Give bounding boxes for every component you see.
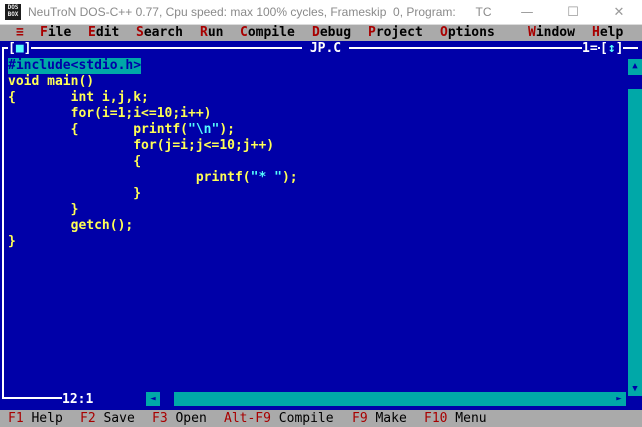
status-open[interactable]: F3 Open [152, 410, 207, 427]
menu-run[interactable]: Run [200, 25, 223, 41]
code-line[interactable]: } [8, 202, 79, 218]
editor-file-name: JP.C [302, 41, 349, 57]
code-line[interactable]: #include<stdio.h> [8, 58, 142, 74]
cursor-position: 12:1 [62, 392, 94, 408]
menu-file[interactable]: File [40, 25, 71, 41]
editor-zoom-box[interactable]: [↕] [600, 41, 624, 57]
code-line[interactable]: { printf("\n"); [8, 122, 235, 138]
scroll-right-arrow-icon[interactable]: ► [612, 392, 626, 406]
maximize-button[interactable]: ☐ [550, 0, 596, 25]
editor-close-box[interactable]: [■] [8, 41, 32, 57]
window-title-bar[interactable]: DOS BOX NeuTroN DOS-C++ 0.77, Cpu speed: … [0, 0, 642, 25]
horizontal-scrollbar[interactable]: ◄ ► [146, 392, 626, 406]
code-line[interactable]: getch(); [8, 218, 134, 234]
code-line[interactable]: for(i=1;i<=10;i++) [8, 106, 212, 122]
editor-frame-left [2, 47, 4, 399]
editor-frame-bottom [2, 397, 62, 399]
code-line[interactable]: } [8, 234, 16, 250]
code-editor[interactable]: #include<stdio.h> void main() { int i,j,… [8, 58, 618, 388]
code-line[interactable]: { [8, 154, 141, 170]
menu-search[interactable]: Search [136, 25, 183, 41]
scroll-up-arrow-icon[interactable]: ▲ [628, 59, 642, 73]
status-make[interactable]: F9 Make [352, 410, 407, 427]
dosbox-app-icon: DOS BOX [5, 4, 21, 20]
editor-window-number: 1= [582, 41, 598, 57]
menu-window[interactable]: Window [528, 25, 575, 41]
status-save[interactable]: F2 Save [80, 410, 135, 427]
menu-bar: ≡ File Edit Search Run Compile Debug Pro… [0, 25, 642, 41]
status-bar: F1 Help F2 Save F3 Open Alt-F9 Compile F… [0, 410, 642, 427]
code-line[interactable]: for(j=i;j<=10;j++) [8, 138, 274, 154]
scroll-left-arrow-icon[interactable]: ◄ [146, 392, 160, 406]
vertical-scrollbar[interactable]: ▲ ▼ [628, 59, 642, 396]
status-compile[interactable]: Alt-F9 Compile [224, 410, 334, 427]
window-title: NeuTroN DOS-C++ 0.77, Cpu speed: max 100… [28, 5, 492, 19]
minimize-button[interactable]: — [504, 0, 550, 25]
menu-options[interactable]: Options [440, 25, 495, 41]
scroll-down-arrow-icon[interactable]: ▼ [628, 382, 642, 396]
menu-compile[interactable]: Compile [240, 25, 295, 41]
vertical-scroll-thumb[interactable] [628, 75, 642, 89]
code-line[interactable]: { int i,j,k; [8, 90, 149, 106]
menu-edit[interactable]: Edit [88, 25, 119, 41]
horizontal-scroll-thumb[interactable] [160, 392, 174, 406]
dos-screen: ≡ File Edit Search Run Compile Debug Pro… [0, 25, 642, 427]
menu-debug[interactable]: Debug [312, 25, 351, 41]
status-menu[interactable]: F10 Menu [424, 410, 487, 427]
code-line[interactable]: } [8, 186, 141, 202]
menu-project[interactable]: Project [368, 25, 423, 41]
status-help[interactable]: F1 Help [8, 410, 63, 427]
code-line[interactable]: void main() [8, 74, 94, 90]
system-menu-icon[interactable]: ≡ [16, 25, 24, 41]
menu-help[interactable]: Help [592, 25, 623, 41]
code-line[interactable]: printf("* "); [8, 170, 298, 186]
close-button[interactable]: ✕ [596, 0, 642, 25]
